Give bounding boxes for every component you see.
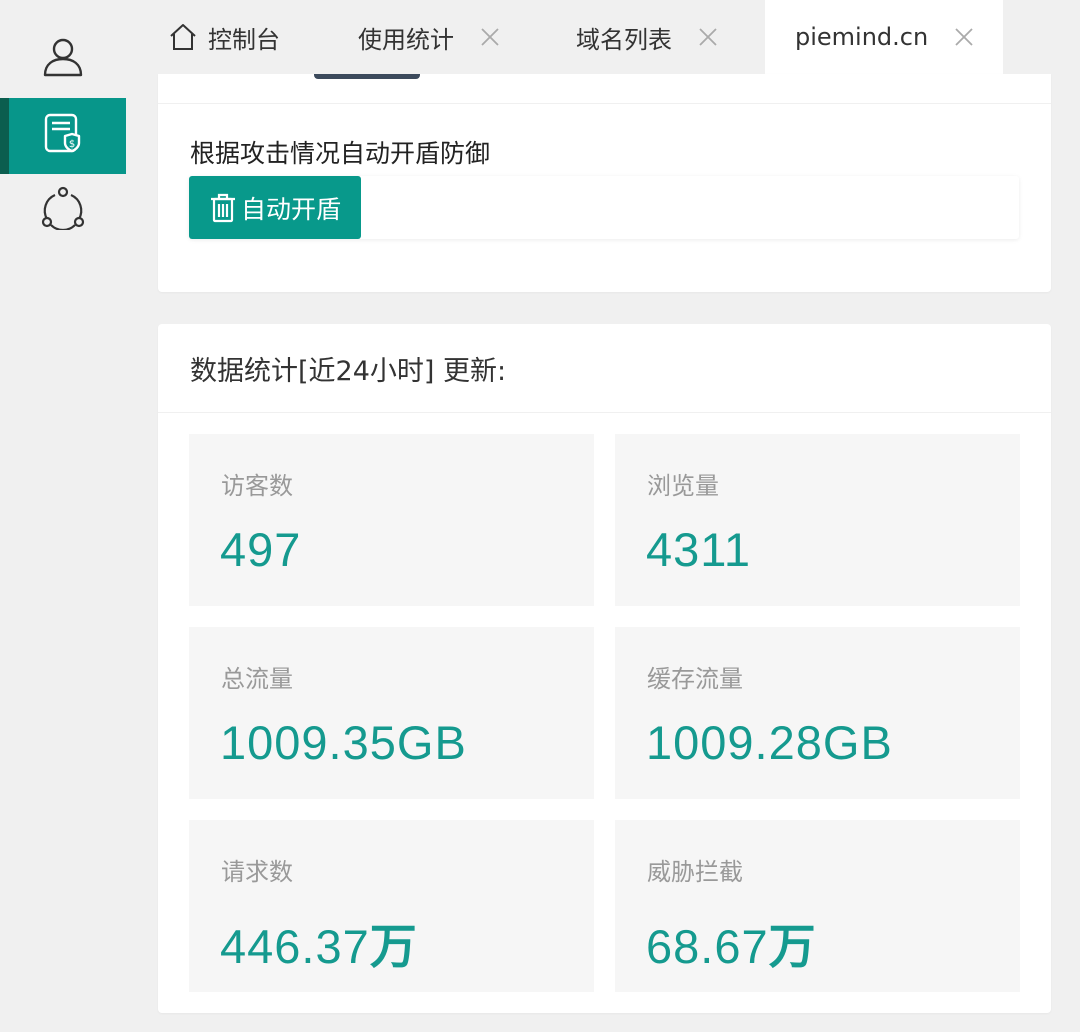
user-icon — [42, 35, 84, 81]
stats-card: 数据统计[近24小时] 更新: 访客数 497 浏览量 4311 总流量 100… — [158, 324, 1051, 1013]
auto-shield-button-label: 自动开盾 — [240, 194, 341, 224]
tab-label: 域名列表 — [576, 25, 672, 54]
tab-bar: 控制台 使用统计 域名列表 piemind.cn — [126, 0, 1080, 74]
home-icon — [168, 23, 198, 51]
stat-total-traffic: 总流量 1009.35GB — [189, 627, 594, 799]
stat-cache-traffic: 缓存流量 1009.28GB — [615, 627, 1020, 799]
tab-console[interactable]: 控制台 — [168, 0, 280, 74]
stat-visitors: 访客数 497 — [189, 434, 594, 606]
stat-label: 威胁拦截 — [647, 858, 743, 886]
tab-domain-list[interactable]: 域名列表 — [576, 0, 720, 74]
stat-requests: 请求数 446.37万 — [189, 820, 594, 992]
stats-title: 数据统计[近24小时] 更新: — [190, 356, 507, 387]
stat-pageviews: 浏览量 4311 — [615, 434, 1020, 606]
stat-label: 浏览量 — [647, 472, 719, 500]
divider — [158, 103, 1051, 104]
stat-value: 68.67万 — [646, 920, 817, 975]
tab-usage-stats[interactable]: 使用统计 — [358, 0, 502, 74]
auto-shield-card: 根据攻击情况自动开盾防御 自动开盾 — [158, 74, 1051, 292]
tab-label: 使用统计 — [358, 25, 454, 54]
trash-icon — [209, 193, 241, 223]
network-icon — [41, 186, 85, 234]
stat-value: 4311 — [646, 523, 752, 576]
auto-shield-toolbar: 自动开盾 — [189, 176, 1019, 239]
stat-threats-blocked: 威胁拦截 68.67万 — [615, 820, 1020, 992]
auto-shield-description: 根据攻击情况自动开盾防御 — [190, 139, 491, 168]
tab-piemind[interactable]: piemind.cn — [765, 0, 1003, 74]
stat-value: 1009.28GB — [646, 716, 893, 769]
sidebar: $ — [0, 0, 126, 1032]
scrolled-button-edge[interactable] — [314, 74, 420, 79]
divider — [158, 412, 1051, 413]
stat-label: 请求数 — [221, 858, 293, 886]
sidebar-item-domain-protection[interactable]: $ — [0, 98, 126, 174]
stat-label: 访客数 — [221, 472, 293, 500]
close-icon[interactable] — [696, 25, 720, 49]
stat-label: 总流量 — [221, 665, 293, 693]
tab-label: 控制台 — [208, 25, 280, 54]
sidebar-item-network[interactable] — [0, 172, 126, 248]
stat-value: 497 — [220, 523, 302, 576]
document-shield-icon: $ — [43, 112, 83, 160]
sidebar-item-user[interactable] — [0, 20, 126, 96]
stat-value: 1009.35GB — [220, 716, 467, 769]
tab-label: piemind.cn — [795, 23, 929, 51]
auto-shield-button[interactable]: 自动开盾 — [189, 176, 361, 239]
stat-label: 缓存流量 — [647, 665, 743, 693]
close-icon[interactable] — [478, 25, 502, 49]
svg-text:$: $ — [69, 139, 75, 150]
close-icon[interactable] — [952, 25, 976, 49]
stat-value: 446.37万 — [220, 920, 418, 975]
